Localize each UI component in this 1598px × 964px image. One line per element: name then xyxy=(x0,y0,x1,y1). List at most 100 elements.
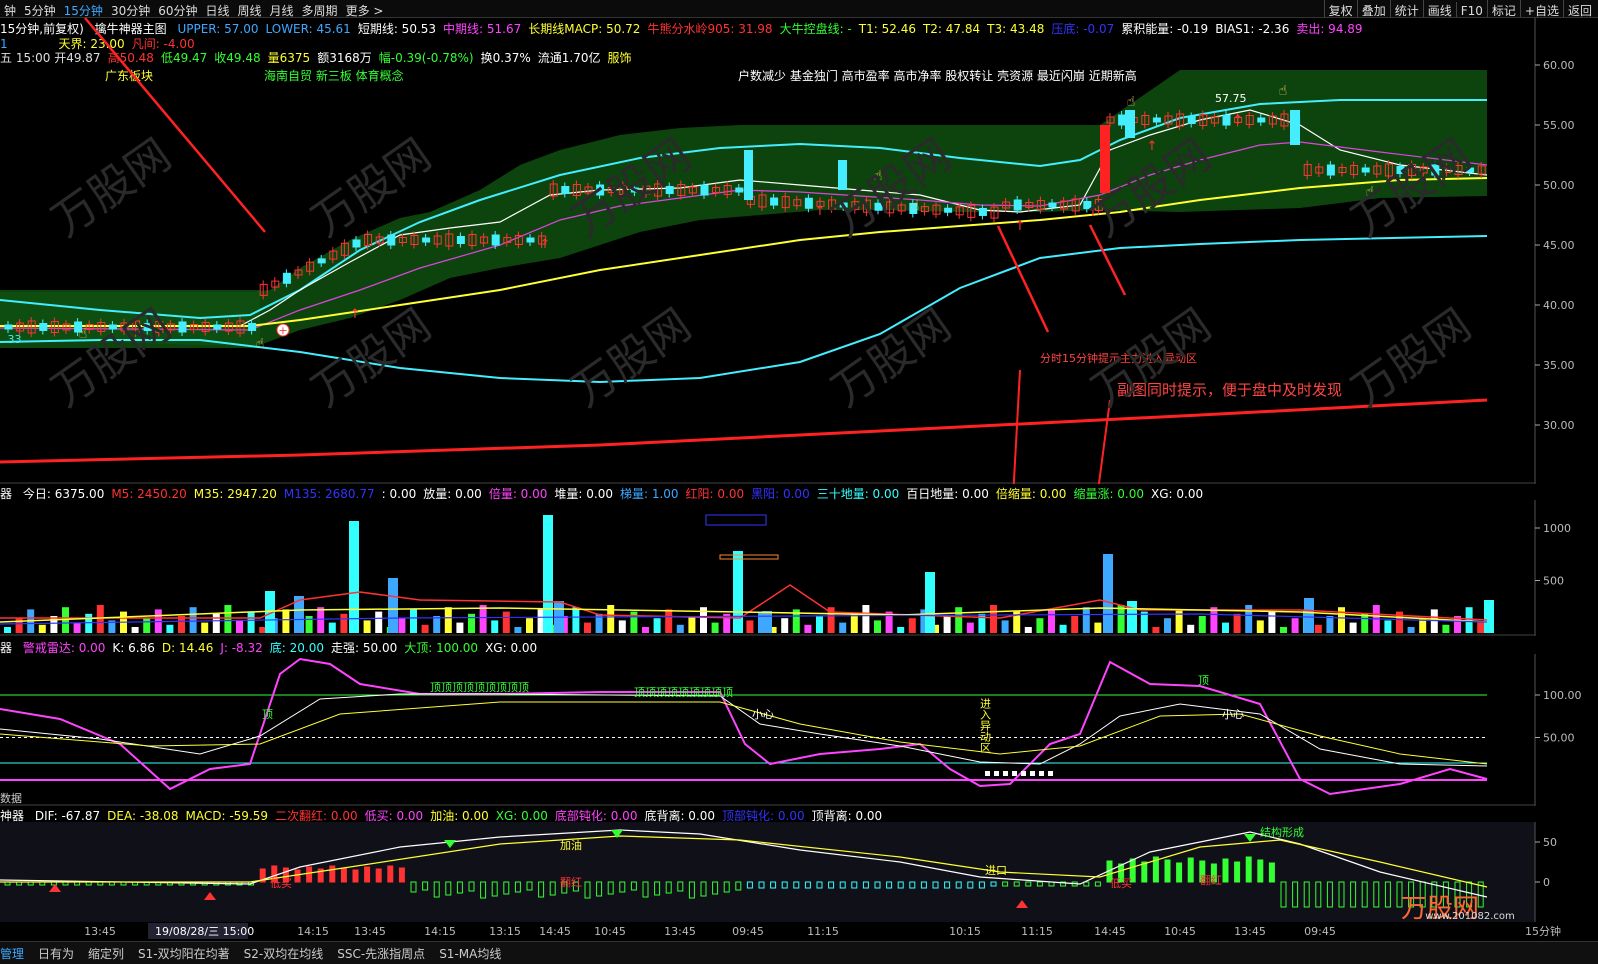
macd-chart[interactable]: 500加油低买低买 翻红翻红结构形成进口万股网www.201082.com xyxy=(0,822,1598,922)
candle xyxy=(178,321,187,333)
volume-bar xyxy=(247,611,255,633)
brand-url: www.201082.com xyxy=(1425,911,1515,922)
volume-bar xyxy=(618,620,626,633)
red-arrow xyxy=(996,225,1050,333)
volume-bar xyxy=(444,607,452,633)
volume-bar xyxy=(665,609,673,633)
candle xyxy=(1290,110,1300,145)
candle xyxy=(838,160,847,190)
volume-bar xyxy=(1198,616,1206,633)
volume-bar xyxy=(433,616,441,633)
volume-bar xyxy=(1094,622,1102,633)
bottom-tab-4[interactable]: S2-双均在均线 xyxy=(244,947,324,961)
volume-bar xyxy=(398,618,406,633)
volume-chart[interactable]: 200015001000500 xyxy=(0,500,1598,636)
time-label-14: 10:45 xyxy=(1164,925,1196,938)
bottom-tab-2[interactable]: 缩定列 xyxy=(88,947,124,961)
volume-bar xyxy=(746,620,754,633)
volume-bar xyxy=(1314,624,1322,633)
kdj-value-4: 底: 20.00 xyxy=(269,641,324,655)
time-label-3: 13:45 xyxy=(354,925,386,938)
time-label-13: 14:45 xyxy=(1094,925,1126,938)
volume-value-3: M135: 2680.77 xyxy=(283,487,375,501)
buy-arrow-icon: ↑ xyxy=(350,307,361,322)
kdj-title: 器 xyxy=(0,641,13,655)
vol-tick-label: 500 xyxy=(1543,575,1564,588)
watermark: 万股网 xyxy=(563,299,700,416)
price-tick-label: 35.00 xyxy=(1543,359,1575,372)
candle xyxy=(282,272,291,284)
volume-bar xyxy=(1384,620,1392,633)
kdj-top-label: 顶 xyxy=(262,708,273,721)
macd-bar xyxy=(1141,861,1148,883)
kdj-chart[interactable]: 100.0050.00顶顶顶顶顶顶顶顶顶顶 顶顶顶顶顶顶顶顶顶顶小心 小心进入异动区… xyxy=(0,654,1598,806)
volume-bar xyxy=(85,613,93,633)
kdj-dot xyxy=(1030,771,1035,776)
macd-bar xyxy=(1268,862,1275,883)
macd-bar xyxy=(1187,857,1194,883)
candle xyxy=(1100,125,1110,193)
watermark: 万股网 xyxy=(43,129,180,246)
macd-bar xyxy=(398,867,405,883)
volume-bar xyxy=(282,609,290,633)
plus-icon: + xyxy=(278,324,287,337)
vol-ma5 xyxy=(0,584,1488,621)
kdj-value-2: D: 14.46 xyxy=(161,641,214,655)
macd-header: 神器 DIF: -67.87 DEA: -38.08 MACD: -59.59 二次翻… xyxy=(0,807,896,823)
volume-value-5: 放量: 0.00 xyxy=(423,487,482,501)
macd-value-4: 低买: 0.00 xyxy=(364,809,424,823)
kdj-dot xyxy=(994,771,999,776)
bottom-bar: 管理 日有为 缩定列 S1-双均阳在均著 S2-双均在均线 SSC-先涨指周点 S1-MA均… xyxy=(0,941,1598,964)
macd-bar xyxy=(306,866,313,883)
volume-bar xyxy=(491,620,499,633)
bottom-tab-5[interactable]: SSC-先涨指周点 xyxy=(337,947,425,961)
bottom-tab-0[interactable]: 管理 xyxy=(0,947,24,961)
macd-bar xyxy=(294,869,301,883)
volume-bar xyxy=(212,613,220,633)
candle xyxy=(491,234,500,246)
volume-bar-big xyxy=(1484,600,1494,633)
time-label-10: 11:15 xyxy=(807,925,839,938)
time-label-8: 13:45 xyxy=(664,925,696,938)
bottom-tab-1[interactable]: 日有为 xyxy=(38,947,74,961)
volume-value-9: 红阳: 0.00 xyxy=(685,487,745,501)
candle xyxy=(1152,117,1161,123)
volume-bar xyxy=(850,613,858,633)
macd-bar xyxy=(387,865,394,883)
candle xyxy=(213,324,222,330)
volume-bar xyxy=(1361,613,1369,633)
macd-bar xyxy=(364,866,371,883)
volume-bar xyxy=(642,627,649,633)
candle xyxy=(387,234,396,246)
kdj-dot xyxy=(1012,771,1017,776)
volume-bar xyxy=(1036,618,1044,633)
volume-bar xyxy=(688,616,696,633)
volume-marker xyxy=(719,554,779,560)
volume-bar xyxy=(456,622,464,633)
volume-bar xyxy=(1164,618,1171,633)
kdj-dot xyxy=(985,771,990,776)
time-label-0: 13:45 xyxy=(84,925,116,938)
buy-arrow-icon: ↑ xyxy=(1233,113,1244,128)
macd-value-8: 底背离: 0.00 xyxy=(644,809,716,823)
volume-bar xyxy=(1059,624,1067,633)
volume-bar xyxy=(1187,624,1195,633)
bottom-tab-3[interactable]: S1-双均阳在均著 xyxy=(138,947,230,961)
volume-bar xyxy=(1268,611,1276,633)
bottom-tab-6[interactable]: S1-MA均线 xyxy=(439,947,501,961)
volume-bar xyxy=(38,624,46,633)
candle xyxy=(804,197,813,209)
macd-value-10: 顶背离: 0.00 xyxy=(811,809,883,823)
red-arrow-long xyxy=(1097,399,1111,484)
volume-bar-big xyxy=(1304,598,1314,633)
volume-bar xyxy=(862,605,870,633)
volume-bar xyxy=(305,616,313,633)
volume-bar xyxy=(711,622,719,633)
price-tick-label: 60.00 xyxy=(1543,59,1575,72)
volume-bar xyxy=(1071,616,1079,633)
kdj-dot xyxy=(1021,771,1026,776)
volume-bar xyxy=(1477,622,1485,633)
volume-value-11: 三十地量: 0.00 xyxy=(816,487,900,501)
price-chart[interactable]: 60.00 55.00 50.00 45.00 40.00 35.00 30.00 ↑ ↑ ↑ ↑ ↑… xyxy=(0,0,1598,484)
candle xyxy=(735,187,744,193)
